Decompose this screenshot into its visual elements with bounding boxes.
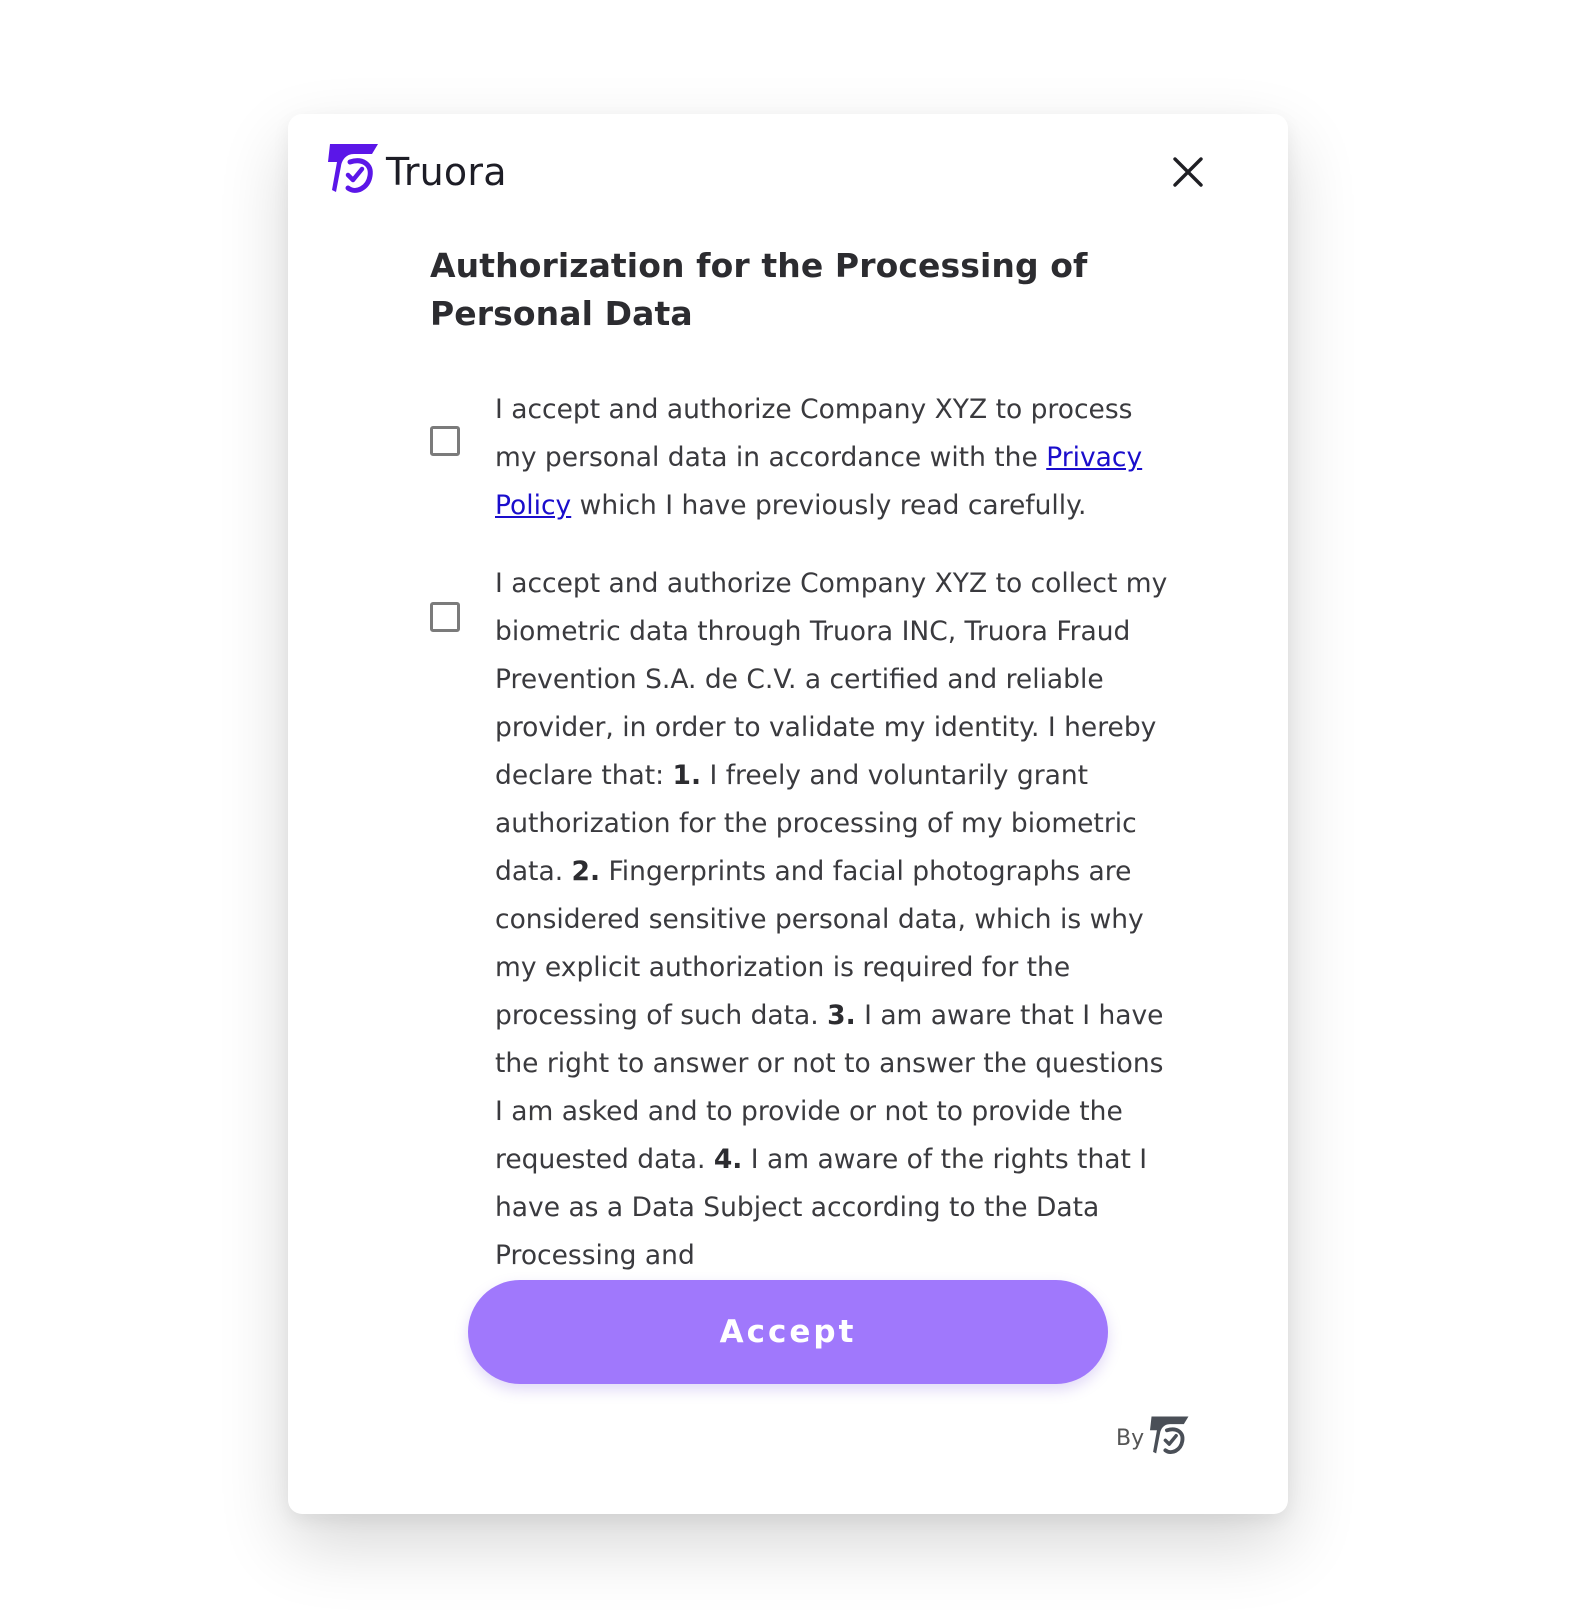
privacy-consent-text-start: I accept and authorize Company XYZ to pr… [495, 394, 1133, 473]
truora-logo-icon [328, 144, 378, 193]
clause-number: 1. [672, 760, 702, 791]
modal-title: Authorization for the Processing of Pers… [430, 246, 1088, 333]
consent-modal: Truora Authorization for the Processing … [288, 114, 1288, 1514]
by-label: By [1116, 1425, 1145, 1451]
brand: Truora [328, 144, 507, 200]
truora-mark-icon [1150, 1416, 1189, 1455]
powered-by: By [1116, 1416, 1190, 1460]
clause-number: 3. [827, 1000, 856, 1031]
biometric-text-segment: I accept and authorize Company XYZ to co… [495, 568, 1168, 791]
privacy-consent-checkbox[interactable] [430, 426, 460, 456]
close-button[interactable] [1168, 152, 1208, 192]
close-icon [1173, 157, 1203, 187]
brand-name: Truora [386, 150, 507, 194]
biometric-consent-checkbox[interactable] [430, 602, 460, 632]
clause-number: 2. [571, 856, 601, 887]
privacy-consent-text: I accept and authorize Company XYZ to pr… [495, 386, 1175, 530]
accept-button-label: Accept [719, 1314, 857, 1350]
page-background: Truora Authorization for the Processing … [0, 0, 1578, 1618]
clause-number: 4. [713, 1144, 743, 1175]
biometric-consent-text: I accept and authorize Company XYZ to co… [495, 560, 1175, 1280]
accept-button[interactable]: Accept [468, 1280, 1108, 1384]
privacy-consent-text-end: which I have previously read carefully. [571, 490, 1087, 521]
